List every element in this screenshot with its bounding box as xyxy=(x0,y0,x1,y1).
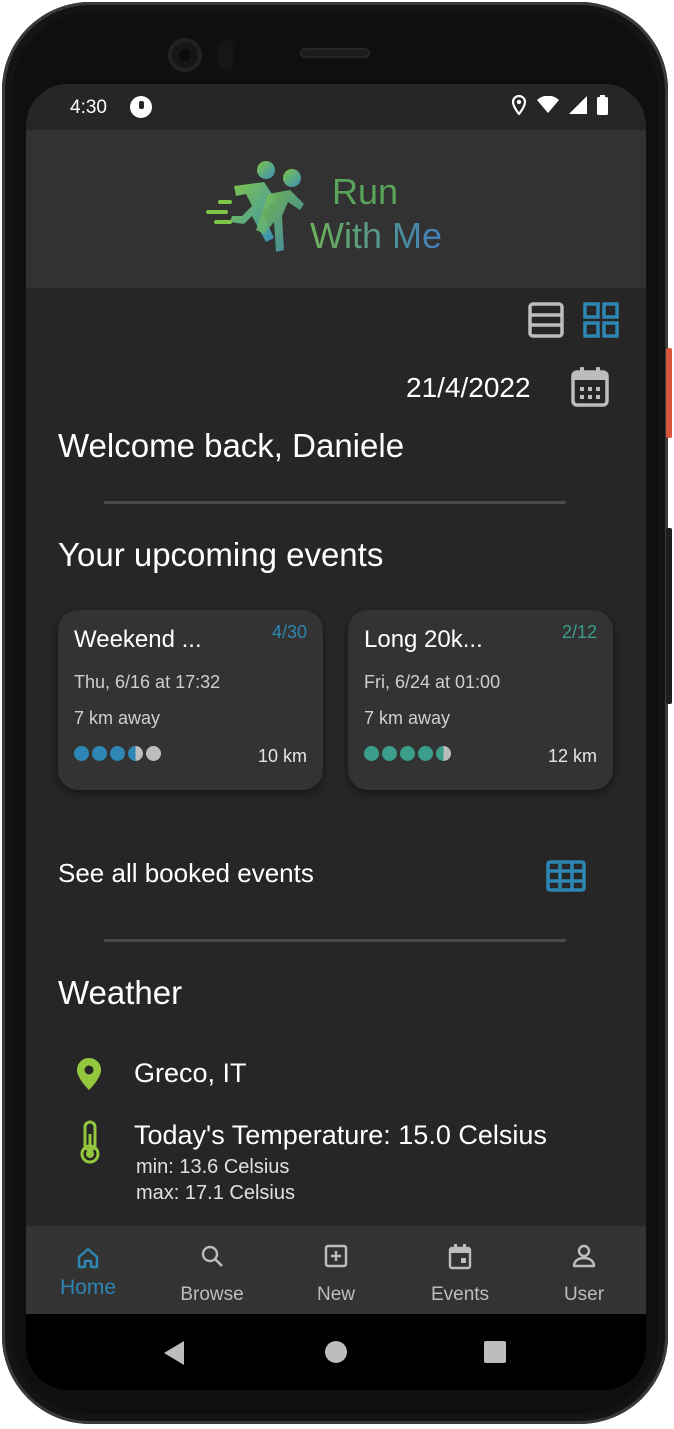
location-pin-icon xyxy=(77,1058,101,1090)
weather-max: max: 17.1 Celsius xyxy=(136,1182,295,1204)
status-icons xyxy=(511,95,608,115)
location-icon xyxy=(511,95,527,115)
weather-min: min: 13.6 Celsius xyxy=(136,1156,290,1178)
back-icon[interactable] xyxy=(162,1340,186,1366)
logo-line-1: Run xyxy=(332,171,399,212)
upcoming-events-title: Your upcoming events xyxy=(58,536,384,573)
weather-location: Greco, IT xyxy=(134,1058,247,1088)
recents-square-icon[interactable] xyxy=(484,1341,506,1363)
table-grid-icon[interactable] xyxy=(546,860,586,892)
logo-line-2: With Me xyxy=(310,215,443,256)
home-circle-icon[interactable] xyxy=(324,1340,348,1364)
event-participants: 4/30 xyxy=(271,622,307,642)
status-bar: 4:30 xyxy=(26,84,646,130)
difficulty-rating xyxy=(364,746,451,761)
event-distance-away: 7 km away xyxy=(364,708,451,728)
difficulty-dot-empty xyxy=(146,746,161,761)
event-card[interactable]: Long 20k... 2/12 Fri, 6/24 at 01:00 7 km… xyxy=(348,610,613,790)
nav-user-label: User xyxy=(563,1284,605,1305)
difficulty-dot-full xyxy=(418,746,433,761)
wifi-icon xyxy=(537,96,559,113)
difficulty-dot-full xyxy=(400,746,415,761)
difficulty-dot-half xyxy=(128,746,143,761)
nav-events-label: Events xyxy=(430,1284,490,1305)
nav-browse[interactable]: Browse xyxy=(150,1226,274,1314)
earpiece-speaker xyxy=(300,48,370,58)
see-all-booked-events-link[interactable]: See all booked events xyxy=(58,858,314,889)
list-view-icon[interactable] xyxy=(528,302,564,338)
front-camera xyxy=(168,38,202,72)
difficulty-dot-half xyxy=(436,746,451,761)
status-time: 4:30 xyxy=(70,97,107,118)
search-icon xyxy=(201,1245,223,1267)
weather-temperature: Today's Temperature: 15.0 Celsius xyxy=(134,1120,547,1150)
volume-button xyxy=(666,528,672,704)
system-navigation-bar xyxy=(26,1314,646,1390)
user-icon xyxy=(572,1244,596,1268)
nav-browse-label: Browse xyxy=(180,1284,244,1305)
power-button xyxy=(666,348,672,438)
signal-icon xyxy=(569,96,587,114)
calendar-icon[interactable] xyxy=(570,366,610,408)
difficulty-dot-full xyxy=(92,746,107,761)
bottom-navigation: Home Browse New Events User xyxy=(26,1226,646,1314)
divider xyxy=(104,939,566,942)
nav-user[interactable]: User xyxy=(522,1226,646,1314)
difficulty-dot-full xyxy=(364,746,379,761)
nav-new-label: New xyxy=(316,1284,355,1305)
event-date: Fri, 6/24 at 01:00 xyxy=(364,672,501,692)
app-header: Run With Me xyxy=(26,130,646,288)
thermometer-icon xyxy=(80,1120,100,1164)
divider xyxy=(104,501,566,504)
weather-title: Weather xyxy=(58,974,183,1011)
event-calendar-icon xyxy=(448,1244,472,1270)
runners-logo-icon xyxy=(206,161,304,252)
event-distance-away: 7 km away xyxy=(74,708,161,728)
difficulty-dot-full xyxy=(74,746,89,761)
difficulty-dot-full xyxy=(110,746,125,761)
grid-view-icon[interactable] xyxy=(583,302,619,338)
event-card[interactable]: Weekend ... 4/30 Thu, 6/16 at 17:32 7 km… xyxy=(58,610,323,790)
event-length: 12 km xyxy=(547,746,597,766)
welcome-heading: Welcome back, Daniele xyxy=(58,427,405,464)
nav-home[interactable]: Home xyxy=(26,1226,150,1314)
notification-app-icon xyxy=(130,96,152,118)
difficulty-rating xyxy=(74,746,161,761)
event-name: Long 20k... xyxy=(364,626,483,653)
current-date: 21/4/2022 xyxy=(406,372,531,403)
event-date: Thu, 6/16 at 17:32 xyxy=(74,672,221,692)
add-box-icon xyxy=(324,1244,348,1268)
event-participants: 2/12 xyxy=(561,622,597,642)
nav-new[interactable]: New xyxy=(274,1226,398,1314)
nav-home-label: Home xyxy=(59,1276,117,1299)
event-length: 10 km xyxy=(257,746,307,766)
nav-events[interactable]: Events xyxy=(398,1226,522,1314)
app-logo-text: Run With Me xyxy=(310,170,442,258)
app-screen: 4:30 Run With Me 21/4/2022 Welcome back,… xyxy=(26,84,646,1390)
difficulty-dot-full xyxy=(382,746,397,761)
event-name: Weekend ... xyxy=(74,626,202,653)
home-icon xyxy=(77,1247,99,1269)
proximity-sensor xyxy=(218,40,234,70)
battery-icon xyxy=(597,95,608,115)
